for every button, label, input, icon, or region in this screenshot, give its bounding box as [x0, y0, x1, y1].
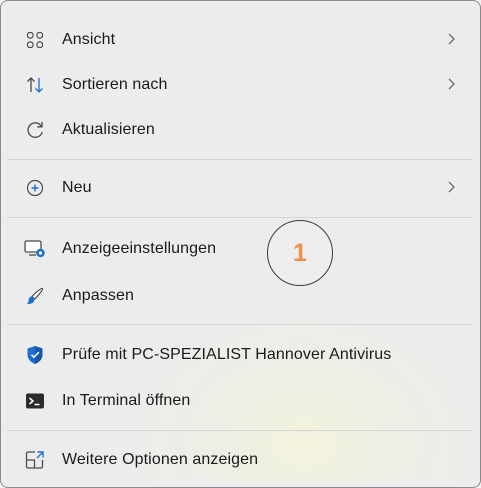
menu-separator — [7, 324, 472, 325]
step-number: 1 — [293, 238, 307, 267]
step-number-callout: 1 — [267, 220, 333, 286]
menu-item-label: Neu — [62, 179, 92, 196]
menu-separator — [7, 217, 472, 218]
menu-item-sortieren-nach[interactable]: Sortieren nach — [20, 65, 465, 105]
new-plus-icon — [24, 177, 46, 199]
chevron-right-icon — [443, 31, 459, 47]
refresh-icon — [24, 119, 46, 141]
menu-item-terminal[interactable]: In Terminal öffnen — [20, 381, 465, 421]
menu-item-anpassen[interactable]: Anpassen — [20, 276, 465, 316]
menu-item-label: Prüfe mit PC-SPEZIALIST Hannover Antivir… — [62, 346, 392, 363]
chevron-right-icon — [443, 76, 459, 92]
context-menu: Ansicht Sortieren nach Aktualisieren Neu… — [4, 4, 475, 482]
menu-separator — [7, 159, 472, 160]
menu-separator — [7, 430, 472, 431]
menu-item-antivirus-scan[interactable]: Prüfe mit PC-SPEZIALIST Hannover Antivir… — [20, 335, 465, 375]
menu-item-label: Anpassen — [62, 287, 134, 304]
screenshot-frame: Ansicht Sortieren nach Aktualisieren Neu… — [0, 0, 481, 488]
grid-view-icon — [24, 29, 46, 51]
menu-item-neu[interactable]: Neu — [20, 168, 465, 208]
menu-item-label: Aktualisieren — [62, 121, 155, 138]
menu-item-label: Anzeigeeinstellungen — [62, 240, 217, 257]
shield-icon — [24, 344, 46, 366]
menu-item-aktualisieren[interactable]: Aktualisieren — [20, 110, 465, 150]
menu-item-label: Weitere Optionen anzeigen — [62, 451, 259, 468]
more-options-icon — [24, 449, 46, 471]
menu-item-label: Sortieren nach — [62, 76, 168, 93]
menu-item-label: Ansicht — [62, 31, 116, 48]
sort-arrows-icon — [24, 74, 46, 96]
terminal-icon — [24, 390, 46, 412]
menu-item-ansicht[interactable]: Ansicht — [20, 20, 465, 60]
menu-item-weitere-optionen[interactable]: Weitere Optionen anzeigen — [20, 440, 465, 480]
chevron-right-icon — [443, 179, 459, 195]
paintbrush-icon — [24, 285, 46, 307]
menu-item-label: In Terminal öffnen — [62, 392, 191, 409]
menu-item-anzeigeeinstellungen[interactable]: Anzeigeeinstellungen — [20, 229, 465, 269]
display-settings-icon — [24, 238, 46, 260]
